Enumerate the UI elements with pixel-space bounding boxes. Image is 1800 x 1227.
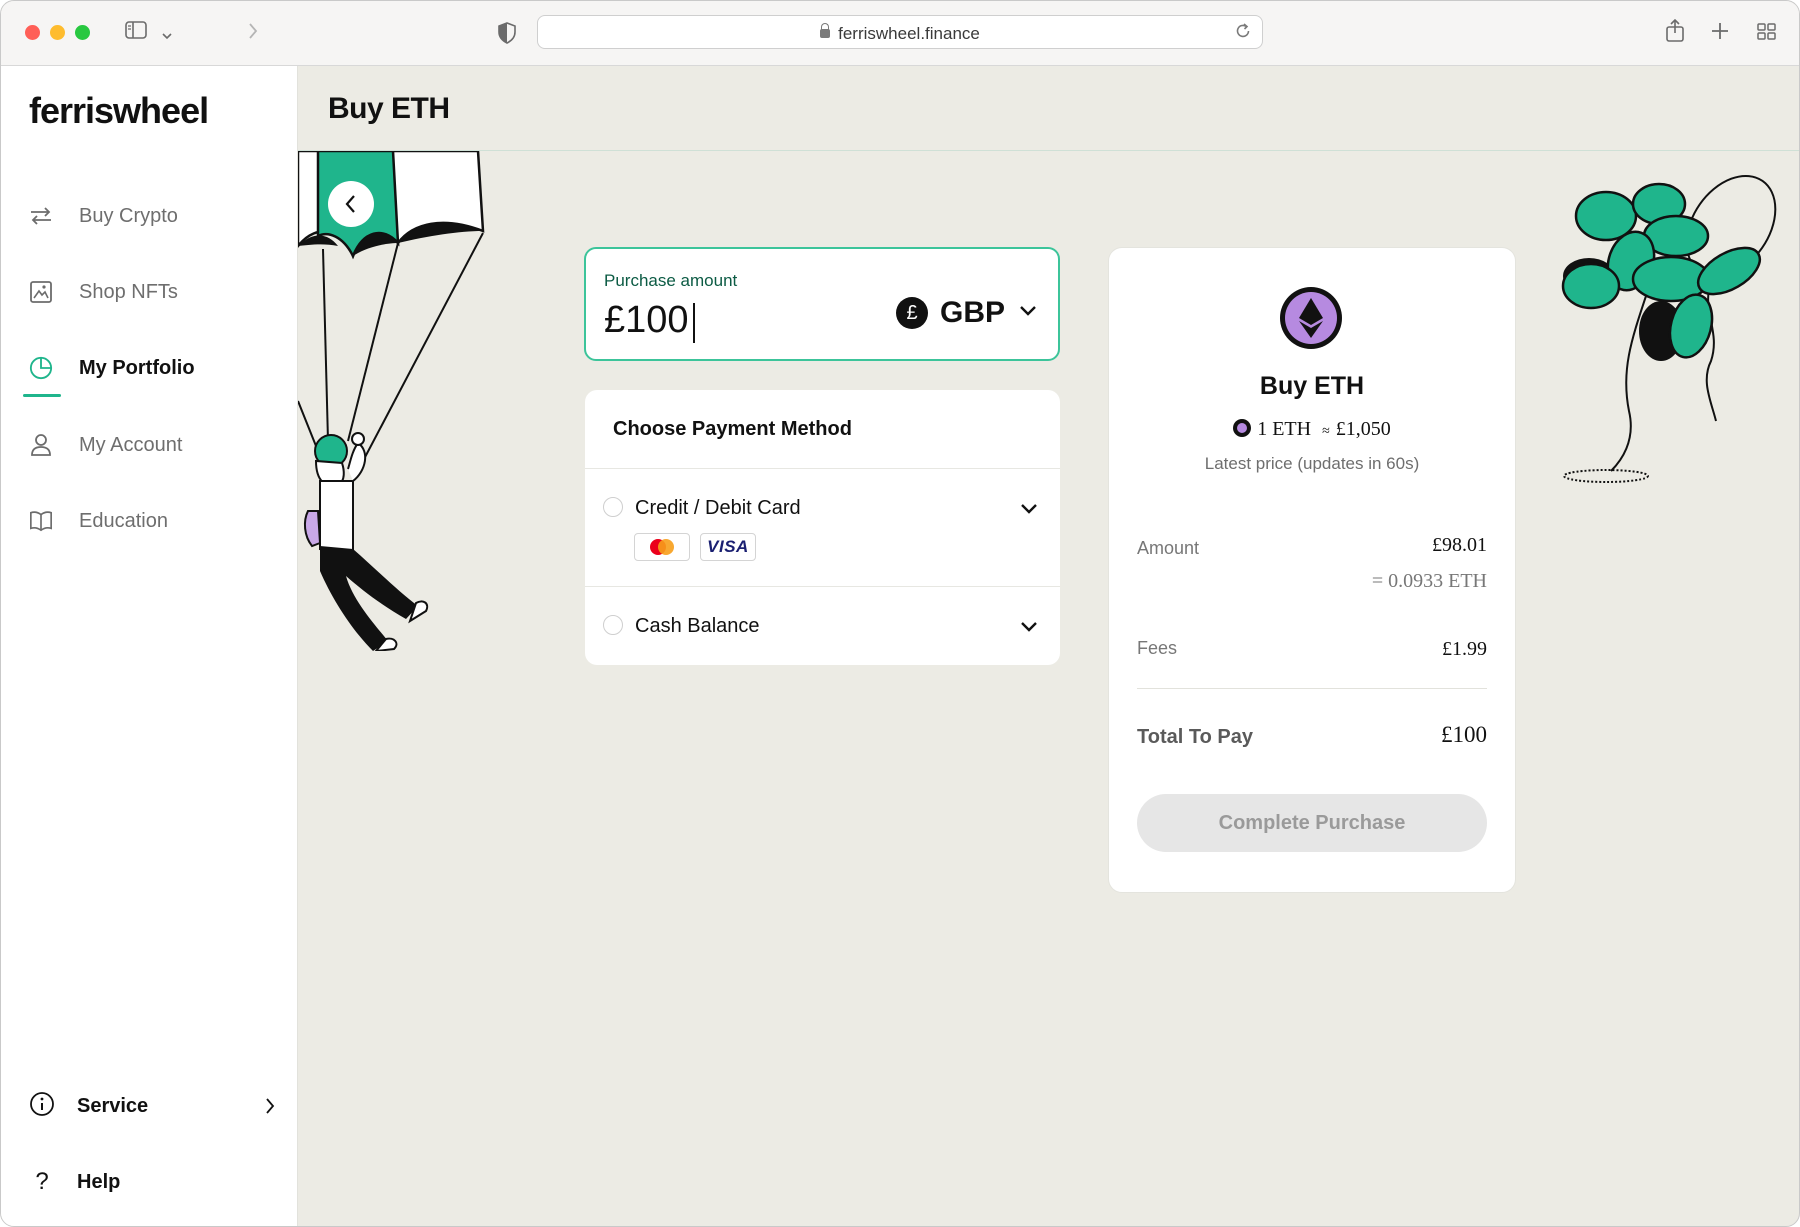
plus-icon[interactable] <box>1710 21 1730 49</box>
balloons-illustration <box>1551 171 1799 501</box>
sidebar-item-service[interactable]: Service <box>29 1086 275 1126</box>
payment-method-card: Choose Payment Method Credit / Debit Car… <box>585 390 1060 665</box>
visa-text: VISA <box>707 537 749 556</box>
swap-arrows-icon <box>29 204 53 228</box>
sidebar-item-label: Service <box>77 1094 149 1117</box>
currency-code: GBP <box>940 296 1006 329</box>
text-caret <box>693 303 695 343</box>
total-value: £100 <box>1441 722 1487 747</box>
sidebar-item-my-portfolio[interactable]: My Portfolio <box>29 346 195 390</box>
page-title: Buy ETH <box>328 92 450 125</box>
approx-symbol: ≈ <box>1322 424 1330 439</box>
payment-option-label: Credit / Debit Card <box>635 497 801 519</box>
purchase-amount-input[interactable] <box>604 299 884 342</box>
ethereum-icon <box>1279 286 1343 350</box>
sidebar-item-label: Help <box>77 1170 121 1193</box>
complete-purchase-button[interactable]: Complete Purchase <box>1137 794 1487 852</box>
sidebar-item-label: My Account <box>79 433 183 456</box>
close-window-button[interactable] <box>25 25 40 40</box>
sidebar-item-education[interactable]: Education <box>29 499 168 543</box>
sidebar-item-label: Shop NFTs <box>79 280 178 303</box>
chevron-down-icon[interactable] <box>161 21 173 49</box>
info-icon <box>29 1091 55 1122</box>
shield-icon[interactable] <box>498 22 516 52</box>
parachute-illustration <box>296 149 498 653</box>
latest-price-note: Latest price (updates in 60s) <box>1204 454 1420 473</box>
sidebar-icon[interactable] <box>125 19 147 47</box>
ethereum-icon <box>1233 419 1252 437</box>
sidebar-item-my-account[interactable]: My Account <box>29 423 182 467</box>
amount-value: £98.01 <box>1432 534 1487 556</box>
sidebar-item-help[interactable]: ? Help <box>29 1162 120 1202</box>
payment-option-cash[interactable]: Cash Balance <box>585 587 1060 665</box>
pound-icon: £ <box>896 297 928 329</box>
sidebar-item-label: Buy Crypto <box>79 204 178 227</box>
chevron-down-icon <box>1019 304 1037 322</box>
page-header: Buy ETH <box>298 66 1799 151</box>
chevron-right-icon[interactable] <box>247 20 259 50</box>
browser-window: ferriswheel.finance ferriswheel Buy Cryp… <box>0 0 1800 1227</box>
order-summary-card: Buy ETH 1 ETH ≈ £1,050 Latest price (upda… <box>1108 247 1516 893</box>
sidebar-item-label: My Portfolio <box>79 356 195 379</box>
sidebar-item-shop-nfts[interactable]: Shop NFTs <box>29 270 178 314</box>
rate-quote: £1,050 <box>1335 418 1391 440</box>
share-icon[interactable] <box>1665 18 1685 51</box>
question-icon: ? <box>35 1168 49 1195</box>
mastercard-logo <box>634 533 690 561</box>
chevron-down-icon[interactable] <box>1020 502 1038 520</box>
book-icon <box>29 509 53 533</box>
reload-icon[interactable] <box>1234 22 1252 45</box>
grid-icon[interactable] <box>1757 22 1777 50</box>
fees-value: £1.99 <box>1442 638 1487 660</box>
user-icon <box>29 433 53 457</box>
address-bar[interactable]: ferriswheel.finance <box>537 15 1263 49</box>
summary-title: Buy ETH <box>1259 372 1365 400</box>
rate-base: 1 ETH <box>1257 418 1312 440</box>
purchase-amount-card: Purchase amount £ GBP <box>584 247 1060 361</box>
sidebar-item-label: Education <box>79 509 168 532</box>
zoom-window-button[interactable] <box>75 25 90 40</box>
lock-icon <box>820 23 831 38</box>
browser-toolbar: ferriswheel.finance <box>1 1 1799 66</box>
fees-label: Fees <box>1137 638 1178 658</box>
payment-option-label: Cash Balance <box>635 615 760 637</box>
payment-method-title: Choose Payment Method <box>613 418 852 440</box>
amount-eth-value: = 0.0933 ETH <box>1371 570 1487 592</box>
divider <box>1137 688 1487 689</box>
visa-logo: VISA <box>700 533 756 561</box>
url-text: ferriswheel.finance <box>838 24 980 43</box>
radio-button[interactable] <box>603 497 623 517</box>
minimize-window-button[interactable] <box>50 25 65 40</box>
exchange-rate: 1 ETH ≈ £1,050 <box>1109 418 1515 441</box>
sidebar-item-buy-crypto[interactable]: Buy Crypto <box>29 194 178 238</box>
radio-button[interactable] <box>603 615 623 635</box>
chevron-right-icon <box>265 1097 275 1120</box>
pie-chart-icon <box>29 356 53 380</box>
back-button[interactable] <box>328 181 374 227</box>
payment-option-card[interactable]: Credit / Debit Card VISA <box>585 469 1060 575</box>
sidebar: ferriswheel Buy Crypto Shop NFTs My Port… <box>1 66 298 1226</box>
total-label: Total To Pay <box>1137 726 1253 748</box>
active-nav-indicator <box>23 394 61 397</box>
chevron-down-icon[interactable] <box>1020 620 1038 638</box>
amount-label: Amount <box>1137 538 1200 558</box>
purchase-amount-label: Purchase amount <box>604 271 738 290</box>
image-frame-icon <box>29 280 53 304</box>
currency-selector[interactable]: £ GBP <box>896 293 1037 333</box>
brand-logo[interactable]: ferriswheel <box>29 90 209 132</box>
